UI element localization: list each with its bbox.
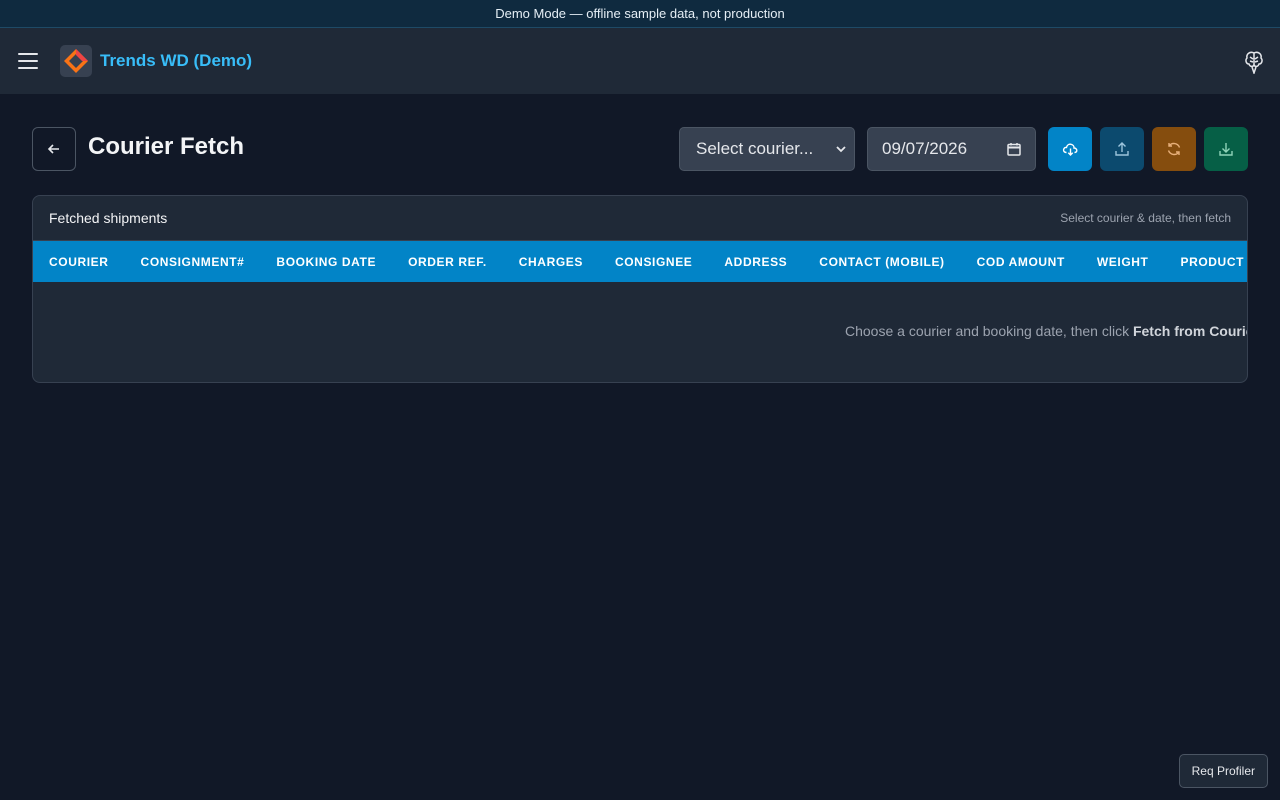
card-title: Fetched shipments <box>49 210 168 226</box>
calendar-icon <box>1007 143 1021 156</box>
page-header: Courier Fetch Select courier... 09/07/20… <box>32 127 1248 171</box>
refresh-button[interactable] <box>1152 127 1196 171</box>
arrow-left-icon <box>47 144 59 154</box>
column-header-product-description[interactable]: PRODUCT DESCRIPTION <box>1164 255 1247 269</box>
req-profiler-button[interactable]: Req Profiler <box>1178 754 1268 788</box>
app-logo <box>60 45 92 77</box>
top-bar: Trends WD (Demo) <box>0 28 1280 94</box>
card-hint: Select courier & date, then fetch <box>1060 211 1231 225</box>
demo-mode-text: Demo Mode — offline sample data, not pro… <box>495 6 785 21</box>
column-header-consignee[interactable]: CONSIGNEE <box>599 255 708 269</box>
fetch-from-courier-button[interactable] <box>1048 127 1092 171</box>
req-profiler-label: Req Profiler <box>1191 764 1255 778</box>
cloud-download-icon <box>1062 143 1078 156</box>
upload-button[interactable] <box>1100 127 1144 171</box>
column-header-contact[interactable]: CONTACT (MOBILE) <box>803 255 960 269</box>
courier-select[interactable]: Select courier... <box>679 127 855 171</box>
upload-icon <box>1115 142 1129 156</box>
demo-mode-banner: Demo Mode — offline sample data, not pro… <box>0 0 1280 28</box>
column-header-booking-date[interactable]: BOOKING DATE <box>260 255 392 269</box>
empty-state-action: Fetch from Courier <box>1132 323 1247 339</box>
chevron-down-icon <box>836 146 846 153</box>
card-header: Fetched shipments Select courier & date,… <box>33 196 1247 241</box>
app-title[interactable]: Trends WD (Demo) <box>100 51 252 71</box>
column-header-address[interactable]: ADDRESS <box>708 255 803 269</box>
empty-state-text: Choose a courier and booking date, then … <box>845 323 1247 339</box>
column-header-courier[interactable]: COURIER <box>33 255 125 269</box>
column-header-cod-amount[interactable]: COD AMOUNT <box>961 255 1081 269</box>
download-button[interactable] <box>1204 127 1248 171</box>
booking-date-value: 09/07/2026 <box>882 139 968 158</box>
empty-state-row: Choose a courier and booking date, then … <box>33 282 1247 382</box>
table-header-row: COURIER CONSIGNMENT# BOOKING DATE ORDER … <box>33 241 1247 282</box>
column-header-charges[interactable]: CHARGES <box>503 255 599 269</box>
page-title: Courier Fetch <box>88 133 245 160</box>
back-button[interactable] <box>32 127 76 171</box>
logo-icon <box>64 49 88 73</box>
download-icon <box>1219 143 1233 156</box>
shipments-card: Fetched shipments Select courier & date,… <box>32 195 1248 383</box>
column-header-order-ref[interactable]: ORDER REF. <box>392 255 503 269</box>
courier-select-value: Select courier... <box>696 139 814 158</box>
refresh-icon <box>1167 142 1181 156</box>
brain-icon[interactable] <box>1244 50 1264 79</box>
column-header-weight[interactable]: WEIGHT <box>1081 255 1165 269</box>
menu-icon[interactable] <box>18 53 38 69</box>
column-header-consignment[interactable]: CONSIGNMENT# <box>125 255 261 269</box>
booking-date-input[interactable]: 09/07/2026 <box>867 127 1036 171</box>
empty-state-prefix: Choose a courier and booking date, then … <box>845 323 1133 339</box>
